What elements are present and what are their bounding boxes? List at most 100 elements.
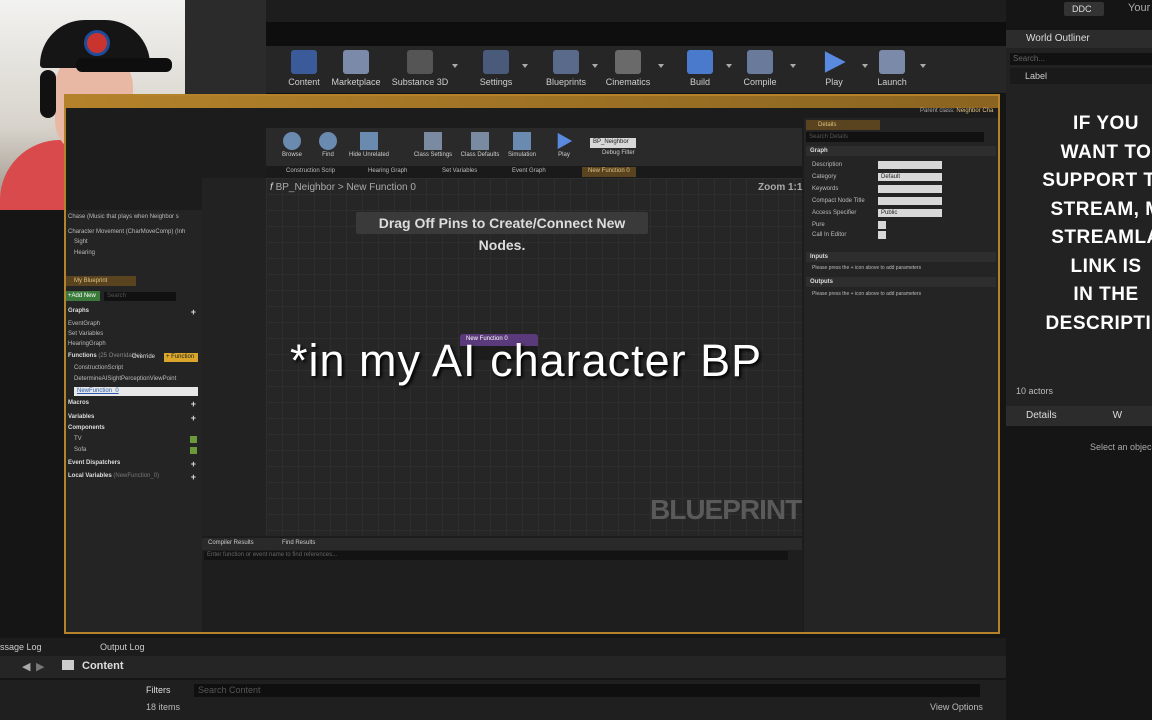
world-outliner-tab[interactable]: World Outliner	[1006, 30, 1152, 48]
play-button[interactable]: Play	[804, 50, 864, 87]
component-tree-item[interactable]: Sight	[74, 239, 88, 245]
graph-item[interactable]: EventGraph	[68, 321, 100, 327]
chevron-down-icon[interactable]	[790, 64, 796, 68]
pure-checkbox[interactable]	[878, 221, 886, 229]
inputs-section-header[interactable]: Inputs	[806, 252, 996, 262]
class-settings-button[interactable]: Class Settings	[412, 132, 454, 158]
chevron-down-icon[interactable]	[522, 64, 528, 68]
add-function-button[interactable]: + Function	[164, 353, 198, 362]
chevron-down-icon[interactable]	[452, 64, 458, 68]
graphs-header-label: Graphs	[68, 308, 90, 314]
find-button[interactable]: Find	[308, 132, 348, 158]
chevron-down-icon[interactable]	[920, 64, 926, 68]
graph-item[interactable]: HearingGraph	[68, 341, 106, 347]
prop-description-label: Description	[812, 162, 843, 168]
component-item-tv[interactable]: TV	[74, 436, 82, 442]
my-blueprint-search[interactable]: Search	[104, 292, 176, 301]
filters-dropdown[interactable]: Filters	[146, 685, 171, 695]
tab-new-function[interactable]: New Function 0	[582, 167, 636, 177]
category-select[interactable]: Default	[878, 173, 942, 181]
class-defaults-button[interactable]: Class Defaults	[458, 132, 502, 158]
event-dispatchers-header: Event Dispatchers +	[66, 460, 200, 469]
override-dropdown[interactable]: Override	[132, 354, 155, 360]
support-line: SUPPORT TH	[1042, 170, 1152, 191]
tab-message-log[interactable]: ssage Log	[0, 642, 42, 652]
function-item[interactable]: DetermineAISightPerceptionViewPoint	[74, 376, 176, 382]
tab-compiler-results[interactable]: Compiler Results	[208, 540, 254, 546]
settings-button[interactable]: Settings	[466, 50, 526, 87]
content-icon	[291, 50, 317, 74]
world-settings-tab[interactable]: W	[1113, 410, 1122, 421]
access-specifier-select[interactable]: Public	[878, 209, 942, 217]
back-arrow-icon[interactable]: ◀	[22, 660, 30, 673]
ddc-button[interactable]: DDC	[1064, 2, 1104, 16]
right-details-title[interactable]: Details	[1026, 410, 1057, 421]
launch-button[interactable]: Launch	[862, 50, 922, 87]
graph-section-header[interactable]: Graph	[806, 146, 996, 156]
graph-item[interactable]: Set Variables	[68, 331, 103, 337]
add-macro-button[interactable]: +	[191, 400, 196, 409]
add-local-variable-button[interactable]: +	[191, 473, 196, 482]
tab-construction-script[interactable]: Construction Scrip	[280, 167, 341, 177]
component-tree-item[interactable]: Hearing	[74, 250, 95, 256]
build-button[interactable]: Build	[670, 50, 730, 87]
tab-details[interactable]: Details	[806, 120, 880, 130]
tab-find-results[interactable]: Find Results	[282, 540, 315, 546]
function-rename-input[interactable]: NewFunction_0	[74, 387, 198, 396]
forward-arrow-icon[interactable]: ▶	[36, 660, 44, 673]
tab-set-variables[interactable]: Set Variables	[436, 167, 483, 177]
defaults-icon	[471, 132, 489, 150]
bp-window-titlebar	[66, 96, 998, 108]
add-dispatcher-button[interactable]: +	[191, 460, 196, 469]
blueprints-button[interactable]: Blueprints	[536, 50, 596, 87]
view-options-button[interactable]: View Options	[930, 702, 983, 712]
outputs-section-header[interactable]: Outputs	[806, 277, 996, 287]
call-in-editor-checkbox[interactable]	[878, 231, 886, 239]
function-item[interactable]: ConstructionScript	[74, 365, 123, 371]
outliner-label-column[interactable]: Label	[1010, 68, 1152, 84]
content-search[interactable]: Search Content	[194, 684, 980, 697]
substance-button[interactable]: Substance 3D	[388, 50, 452, 87]
component-item-sofa[interactable]: Sofa	[74, 447, 86, 453]
content-button[interactable]: Content	[274, 50, 334, 87]
tab-hearing-graph[interactable]: Hearing Graph	[362, 167, 413, 177]
browse-button[interactable]: Browse	[272, 132, 312, 158]
marketplace-button[interactable]: Marketplace	[326, 50, 386, 87]
simulation-button[interactable]: Simulation	[502, 132, 542, 158]
launch-icon	[879, 50, 905, 74]
prop-keywords-label: Keywords	[812, 186, 839, 192]
parent-class-value[interactable]: Neighbor Cha	[956, 108, 993, 114]
breadcrumb-function: New Function 0	[346, 182, 416, 193]
variable-eye-icon[interactable]	[190, 436, 197, 443]
clapper-icon	[615, 50, 641, 74]
variables-header-label: Variables	[68, 414, 95, 420]
keywords-field[interactable]	[878, 185, 942, 193]
main-toolbar: Content Marketplace Substance 3D Setting…	[266, 46, 1006, 94]
description-field[interactable]	[878, 161, 942, 169]
prop-category-label: Category	[812, 174, 837, 180]
cinematics-button[interactable]: Cinematics	[598, 50, 658, 87]
compact-title-field[interactable]	[878, 197, 942, 205]
tab-my-blueprint[interactable]: My Blueprint	[66, 276, 136, 286]
tab-output-log[interactable]: Output Log	[100, 642, 145, 652]
compile-button[interactable]: Compile	[730, 50, 790, 87]
component-tree-item[interactable]: Chase (Music that plays when Neighbor s	[68, 214, 179, 220]
add-graph-button[interactable]: +	[191, 308, 196, 317]
breadcrumb-root[interactable]: BP_Neighbor	[276, 182, 335, 193]
hide-unrelated-button[interactable]: Hide Unrelated	[344, 132, 394, 158]
bp-play-button[interactable]: Play	[544, 132, 584, 158]
tab-event-graph[interactable]: Event Graph	[506, 167, 552, 177]
component-tree-item[interactable]: Character Movement (CharMoveComp) (Inh	[68, 229, 185, 235]
variable-eye-icon[interactable]	[190, 447, 197, 454]
my-blueprint-panel: Chase (Music that plays when Neighbor s …	[66, 210, 202, 632]
add-variable-button[interactable]: +	[191, 414, 196, 423]
details-search[interactable]: Search Details	[806, 132, 984, 142]
debug-filter-select[interactable]: BP_Neighbor	[590, 138, 636, 148]
find-results-search[interactable]: Enter function or event name to find ref…	[204, 551, 788, 560]
content-root[interactable]: Content	[82, 660, 124, 672]
outliner-search[interactable]: Search...	[1010, 53, 1152, 65]
gear-icon	[483, 50, 509, 74]
chevron-down-icon[interactable]	[658, 64, 664, 68]
add-new-button[interactable]: +Add New	[66, 291, 100, 301]
breadcrumb-separator: >	[337, 182, 344, 193]
